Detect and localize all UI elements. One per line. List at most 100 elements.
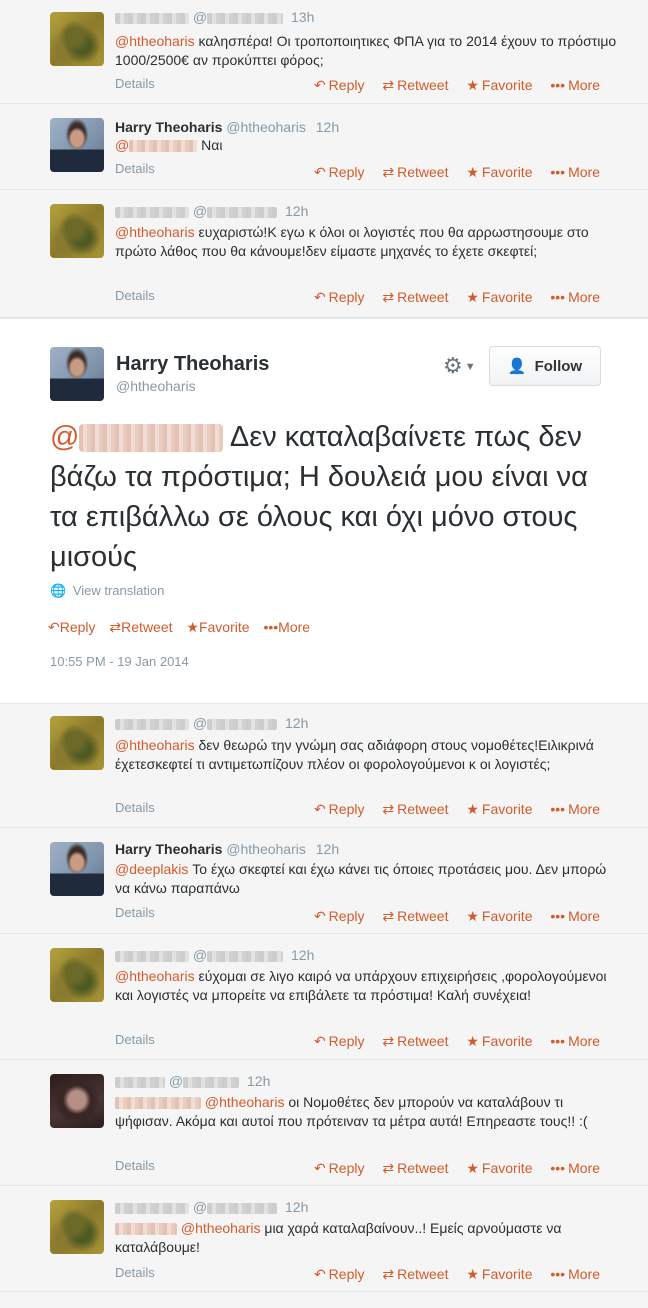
handle[interactable]: @ [193, 1199, 278, 1215]
retweet-button[interactable]: ⇄Retweet [109, 619, 172, 635]
more-button[interactable]: •••More [550, 77, 600, 93]
handle[interactable]: @htheoharis [226, 841, 306, 857]
details-link[interactable]: Details [115, 161, 155, 176]
favorite-button[interactable]: ★Favorite [186, 619, 249, 635]
more-button[interactable]: •••More [550, 908, 600, 924]
more-button[interactable]: •••More [550, 164, 600, 180]
retweet-button[interactable]: ⇄Retweet [382, 908, 448, 924]
more-icon: ••• [550, 1160, 566, 1176]
blurred-mention[interactable] [115, 1097, 201, 1110]
reply-button[interactable]: ↶Reply [314, 289, 365, 305]
favorite-button[interactable]: ★Favorite [466, 77, 532, 93]
tweet-actions: ↶Reply ⇄Retweet ★Favorite •••More [300, 77, 600, 94]
avatar[interactable] [50, 948, 104, 1002]
details-link[interactable]: Details [115, 288, 155, 303]
view-translation-link[interactable]: 🌐 View translation [50, 583, 164, 599]
avatar[interactable] [50, 716, 104, 770]
timestamp[interactable]: 12h [285, 203, 308, 219]
timestamp[interactable]: 12h [247, 1073, 270, 1089]
fullname[interactable]: Harry Theoharis [115, 841, 222, 857]
mention-link[interactable]: @htheoharis [181, 1220, 261, 1236]
avatar[interactable] [50, 1074, 104, 1128]
user-actions-dropdown[interactable]: ⚙ ▼ [443, 353, 476, 379]
reply-button[interactable]: ↶Reply [314, 77, 365, 93]
avatar[interactable] [50, 842, 104, 896]
more-button[interactable]: •••More [550, 1266, 600, 1282]
mention-link[interactable]: @ [50, 421, 224, 453]
reply-button[interactable]: ↶Reply [314, 1266, 365, 1282]
details-link[interactable]: Details [115, 1032, 155, 1047]
details-link[interactable]: Details [115, 1265, 155, 1280]
handle[interactable]: @ [169, 1073, 240, 1089]
mention-link[interactable]: @htheoharis [115, 33, 195, 49]
tweet[interactable]: @ 12h @htheoharis εύχομαι σε λιγο καιρό … [0, 934, 648, 1060]
fullname[interactable]: Harry Theoharis [116, 353, 269, 376]
details-link[interactable]: Details [115, 800, 155, 815]
blurred-mention[interactable] [115, 1223, 177, 1236]
details-link[interactable]: Details [115, 1158, 155, 1173]
details-link[interactable]: Details [115, 76, 155, 91]
more-button[interactable]: •••More [550, 289, 600, 305]
tweet[interactable]: @ 12h @htheoharis δεν θεωρώ την γνώμη σα… [0, 704, 648, 828]
tweet[interactable]: @ 12h @htheoharis μια χαρά καταλαβαίνουν… [0, 1186, 648, 1292]
avatar[interactable] [50, 1200, 104, 1254]
details-link[interactable]: Details [115, 905, 155, 920]
timestamp[interactable]: 12h [285, 1199, 308, 1215]
more-button[interactable]: •••More [550, 801, 600, 817]
mention-link[interactable]: @ [115, 137, 198, 153]
retweet-button[interactable]: ⇄Retweet [382, 801, 448, 817]
reply-button[interactable]: ↶Reply [314, 801, 365, 817]
mention-link[interactable]: @htheoharis [115, 737, 195, 753]
avatar[interactable] [50, 204, 104, 258]
more-icon: ••• [550, 77, 566, 93]
favorite-button[interactable]: ★Favorite [466, 1033, 532, 1049]
retweet-button[interactable]: ⇄Retweet [382, 1033, 448, 1049]
tweet[interactable]: Harry Theoharis @htheoharis 12h @ Ναι De… [0, 104, 648, 190]
handle[interactable]: @ [193, 9, 284, 25]
handle[interactable]: @htheoharis [116, 378, 196, 394]
avatar[interactable] [50, 347, 104, 401]
retweet-button[interactable]: ⇄Retweet [382, 77, 448, 93]
favorite-button[interactable]: ★Favorite [466, 1266, 532, 1282]
mention-link[interactable]: @htheoharis [115, 968, 195, 984]
more-button[interactable]: •••More [263, 619, 310, 635]
favorite-button[interactable]: ★Favorite [466, 801, 532, 817]
avatar[interactable] [50, 118, 104, 172]
favorite-button[interactable]: ★Favorite [466, 289, 532, 305]
handle[interactable]: @ [193, 947, 284, 963]
handle[interactable]: @ [193, 203, 278, 219]
mention-link[interactable]: @deeplakis [115, 861, 188, 877]
more-button[interactable]: •••More [550, 1160, 600, 1176]
retweet-button[interactable]: ⇄Retweet [382, 1160, 448, 1176]
reply-button[interactable]: ↶Reply [314, 1033, 365, 1049]
fullname[interactable]: Harry Theoharis [115, 119, 222, 135]
follow-button[interactable]: 👤 Follow [489, 346, 601, 386]
more-button[interactable]: •••More [550, 1033, 600, 1049]
reply-button[interactable]: ↶Reply [48, 619, 96, 635]
favorite-button[interactable]: ★Favorite [466, 908, 532, 924]
handle[interactable]: @ [193, 715, 278, 731]
tweet[interactable]: @ 12h @htheoharis ευχαριστώ!Κ εγω κ όλοι… [0, 190, 648, 318]
tweet[interactable]: @ 12h @htheoharis οι Νομοθέτες δεν μπορο… [0, 1060, 648, 1186]
retweet-button[interactable]: ⇄Retweet [382, 1266, 448, 1282]
avatar[interactable] [50, 12, 104, 66]
timestamp[interactable]: 12h [285, 715, 308, 731]
retweet-button[interactable]: ⇄Retweet [382, 289, 448, 305]
reply-button[interactable]: ↶Reply [314, 164, 365, 180]
tweet-timestamp[interactable]: 10:55 PM - 19 Jan 2014 [50, 654, 189, 669]
timestamp[interactable]: 12h [316, 841, 339, 857]
mention-link[interactable]: @htheoharis [205, 1094, 285, 1110]
timestamp[interactable]: 13h [291, 9, 314, 25]
reply-button[interactable]: ↶Reply [314, 1160, 365, 1176]
reply-button[interactable]: ↶Reply [314, 908, 365, 924]
mention-link[interactable]: @htheoharis [115, 224, 195, 240]
tweet[interactable]: @ 13h @htheoharis καλησπέρα! Οι τροποποι… [0, 0, 648, 104]
handle[interactable]: @htheoharis [226, 119, 306, 135]
timestamp[interactable]: 12h [316, 119, 339, 135]
timestamp[interactable]: 12h [291, 947, 314, 963]
tweet-actions: ↶Reply ⇄Retweet ★Favorite •••More [300, 164, 600, 181]
favorite-button[interactable]: ★Favorite [466, 1160, 532, 1176]
tweet[interactable]: Harry Theoharis @htheoharis 12h @deeplak… [0, 828, 648, 934]
favorite-button[interactable]: ★Favorite [466, 164, 532, 180]
retweet-button[interactable]: ⇄Retweet [382, 164, 448, 180]
